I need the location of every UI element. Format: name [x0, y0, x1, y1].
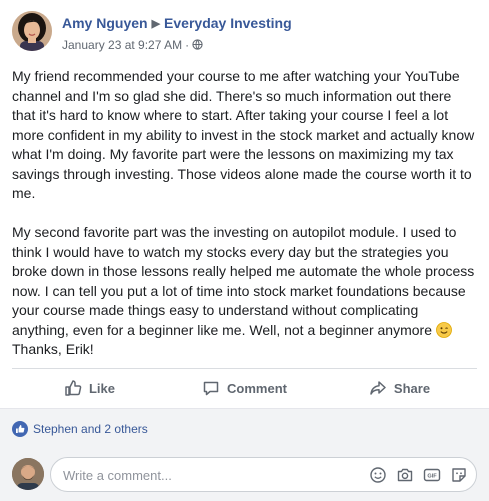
post-author-line: Amy Nguyen ▶ Everyday Investing [62, 15, 292, 31]
reactions-summary[interactable]: Stephen and 2 others [12, 421, 148, 437]
svg-text:GIF: GIF [427, 474, 437, 480]
comment-tools: GIF [360, 466, 468, 484]
reactions-bar: Stephen and 2 others [0, 408, 489, 448]
smiling-face-icon [435, 321, 452, 338]
arrow-right-icon: ▶ [151, 18, 161, 30]
like-label: Like [88, 380, 115, 396]
post-signoff: Thanks, Erik! [12, 341, 94, 357]
post-header: Amy Nguyen ▶ Everyday Investing January 23… [12, 11, 477, 55]
post-paragraph-2: My second favorite part was the investin… [12, 223, 478, 360]
facebook-post: Amy Nguyen ▶ Everyday Investing January 23… [0, 0, 489, 501]
globe-icon[interactable] [192, 39, 203, 50]
share-label: Share [393, 380, 431, 396]
emoji-icon[interactable] [369, 466, 387, 484]
author-name[interactable]: Amy Nguyen [62, 15, 148, 31]
camera-icon[interactable] [396, 466, 414, 484]
reactions-text[interactable]: Stephen and 2 others [33, 422, 148, 436]
group-name[interactable]: Everyday Investing [164, 15, 292, 31]
post-body: My friend recommended your course to me … [12, 67, 478, 360]
gif-icon[interactable]: GIF [423, 466, 441, 484]
post-paragraph-2-text: My second favorite part was the investin… [12, 224, 475, 338]
commenter-avatar[interactable] [12, 458, 44, 490]
share-button[interactable]: Share [322, 370, 477, 406]
comment-input[interactable]: Write a comment... GIF [50, 457, 477, 492]
post-paragraph-1: My friend recommended your course to me … [12, 68, 475, 201]
comment-label: Comment [227, 380, 287, 396]
like-reaction-icon [12, 421, 28, 437]
thumbs-up-icon [65, 380, 82, 396]
actions-divider [12, 368, 477, 369]
meta-separator: · [185, 38, 190, 52]
sticker-icon[interactable] [450, 466, 468, 484]
share-arrow-icon [370, 381, 386, 395]
comment-button[interactable]: Comment [167, 370, 322, 406]
comment-placeholder: Write a comment... [63, 468, 172, 483]
post-meta: January 23 at 9:27 AM · [62, 38, 203, 52]
post-timestamp[interactable]: January 23 at 9:27 AM [62, 38, 182, 52]
comment-composer: Write a comment... GIF [0, 448, 489, 501]
speech-bubble-icon [203, 381, 219, 396]
like-button[interactable]: Like [12, 370, 167, 406]
post-actions: Like Comment Share [12, 370, 477, 406]
author-avatar[interactable] [12, 11, 52, 51]
